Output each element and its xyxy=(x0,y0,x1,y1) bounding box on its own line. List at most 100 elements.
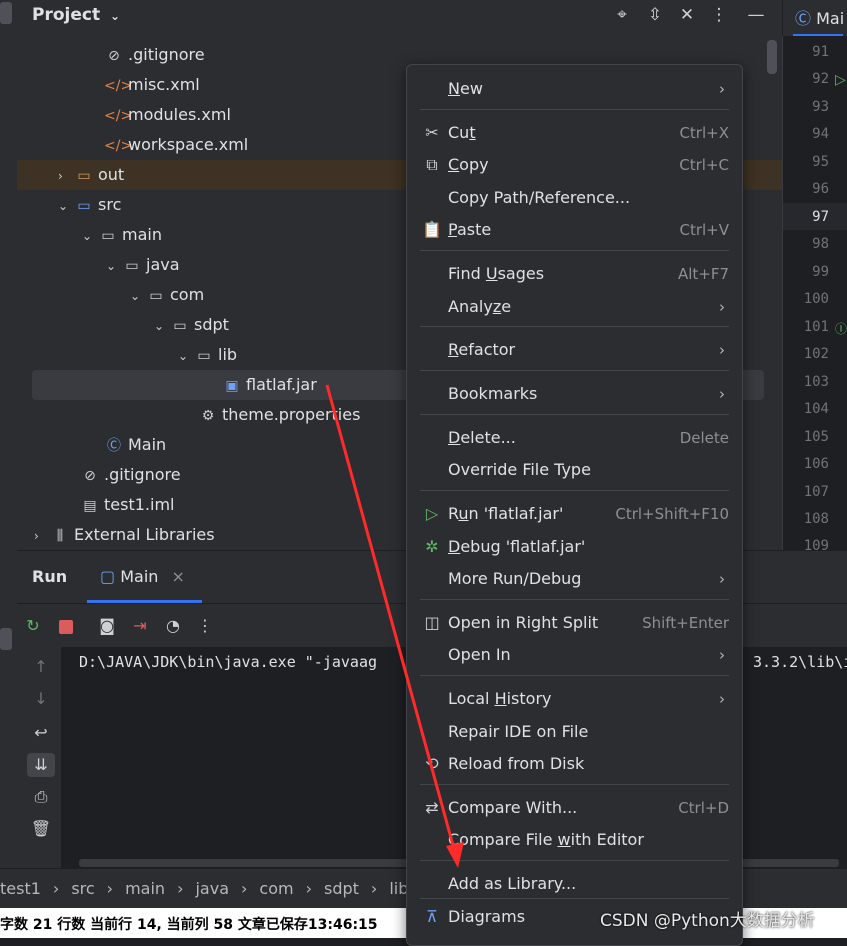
folder-icon: ▭ xyxy=(101,228,115,244)
hide-panel-icon[interactable]: — xyxy=(745,4,767,26)
tree-item[interactable]: </>misc.xml xyxy=(104,70,200,100)
tree-item-selected[interactable]: ▣ flatlaf.jar xyxy=(222,370,316,400)
class-icon: Ⓒ xyxy=(107,438,121,454)
menu-item-override-file-type[interactable]: Override File Type xyxy=(420,455,729,485)
chevron-down-icon[interactable]: ⌄ xyxy=(154,311,170,341)
exit-icon[interactable]: ⇥ xyxy=(128,614,152,638)
arrow-up-icon[interactable]: ↑ xyxy=(29,655,53,679)
xml-icon: </> xyxy=(104,108,133,124)
soft-wrap-icon[interactable]: ↩ xyxy=(29,721,53,745)
tree-item[interactable]: › ⫼ External Libraries xyxy=(34,520,215,550)
menu-item-find-usages[interactable]: Find Usages Alt+F7 xyxy=(420,259,729,289)
run-icon: ▷ xyxy=(425,504,439,523)
breadcrumb-item[interactable]: java xyxy=(195,879,229,898)
chevron-right-icon[interactable]: › xyxy=(58,161,74,191)
line-number-current: 97 xyxy=(812,209,829,225)
close-tab-icon[interactable]: × xyxy=(172,567,185,586)
chevron-right-icon: › xyxy=(719,690,725,708)
gitignore-icon: ⊘ xyxy=(108,48,120,64)
menu-item-reload-from-disk[interactable]: ⟲ Reload from Disk xyxy=(420,749,729,779)
bug-icon: ✲ xyxy=(425,537,439,556)
more-options-icon[interactable]: ⋮ xyxy=(708,4,730,26)
menu-item-run[interactable]: ▷ Run 'flatlaf.jar' Ctrl+Shift+F10 xyxy=(420,499,729,529)
breadcrumb-item[interactable]: src xyxy=(71,879,94,898)
chevron-right-icon: › xyxy=(52,879,60,898)
breadcrumb-item[interactable]: sdpt xyxy=(324,879,359,898)
menu-item-cut[interactable]: ✂ Cut Ctrl+X xyxy=(420,118,729,148)
breadcrumb-item[interactable]: com xyxy=(259,879,293,898)
arrow-down-icon[interactable]: ↓ xyxy=(29,687,53,711)
chevron-down-icon[interactable]: ⌄ xyxy=(58,191,74,221)
menu-item-open-in[interactable]: Open In › xyxy=(420,640,729,670)
editor-tab-main[interactable]: Ⓒ Mai xyxy=(795,5,844,29)
breadcrumb-item[interactable]: test1 xyxy=(0,879,41,898)
tree-item[interactable]: ⌄ ▭ java xyxy=(106,250,180,280)
camera-icon[interactable]: ◙ xyxy=(95,614,119,638)
chevron-down-icon[interactable]: ⌄ xyxy=(82,221,98,251)
chevron-down-icon[interactable]: ⌄ xyxy=(178,341,194,371)
line-number: 96 xyxy=(812,181,829,197)
line-number: 93 xyxy=(812,99,829,115)
menu-item-local-history[interactable]: Local History › xyxy=(420,684,729,714)
tree-item[interactable]: ⌄ ▭ com xyxy=(130,280,204,310)
breadcrumb-item[interactable]: main xyxy=(125,879,165,898)
project-tool-button[interactable] xyxy=(0,2,12,24)
locate-icon[interactable]: ⌖ xyxy=(611,4,633,26)
profiler-icon[interactable]: ◔ xyxy=(161,614,185,638)
scroll-to-end-icon[interactable]: ⇊ xyxy=(27,753,55,777)
console-line: D:\JAVA\JDK\bin\java.exe "-javaag xyxy=(79,653,378,671)
menu-item-delete[interactable]: Delete... Delete xyxy=(420,423,729,453)
tree-item[interactable]: ▤ test1.iml xyxy=(80,490,174,520)
package-icon: ▭ xyxy=(173,318,187,334)
menu-item-bookmarks[interactable]: Bookmarks › xyxy=(420,379,729,409)
menu-item-copy-path[interactable]: Copy Path/Reference... xyxy=(420,183,729,213)
menu-item-new[interactable]: New › xyxy=(420,74,729,104)
expand-all-icon[interactable]: ⇳ xyxy=(644,4,666,26)
tree-item[interactable]: ⌄ ▭ src xyxy=(58,190,121,220)
rerun-icon[interactable]: ↻ xyxy=(21,614,45,638)
chevron-right-icon: › xyxy=(719,80,725,98)
project-panel-title[interactable]: Project ⌄ xyxy=(32,5,120,25)
implementation-gutter-icon[interactable]: Ⓘ xyxy=(835,320,847,337)
trash-icon[interactable]: 🗑 xyxy=(29,817,53,841)
tree-item[interactable]: ⌄ ▭ lib xyxy=(178,340,237,370)
chevron-right-icon[interactable]: › xyxy=(34,521,50,551)
collapse-all-icon[interactable]: ✕ xyxy=(676,4,698,26)
tree-item[interactable]: › ▭ out xyxy=(58,160,124,190)
tree-item[interactable]: ⚙ theme.properties xyxy=(198,400,361,430)
menu-item-debug[interactable]: ✲ Debug 'flatlaf.jar' xyxy=(420,532,729,562)
chevron-down-icon[interactable]: ⌄ xyxy=(106,251,122,281)
left-tool-strip xyxy=(0,0,18,938)
folder-icon: ▭ xyxy=(77,168,91,184)
line-number: 94 xyxy=(812,126,829,142)
tree-item[interactable]: </>modules.xml xyxy=(104,100,231,130)
tree-item[interactable]: ⌄ ▭ sdpt xyxy=(154,310,229,340)
line-number: 98 xyxy=(812,236,829,252)
menu-item-analyze[interactable]: Analyze › xyxy=(420,292,729,322)
menu-item-compare-with[interactable]: ⇄ Compare With... Ctrl+D xyxy=(420,793,729,823)
tree-item[interactable]: ⌄ ▭ main xyxy=(82,220,162,250)
library-icon: ⫼ xyxy=(56,528,64,544)
print-icon[interactable]: ⎙ xyxy=(29,785,53,809)
menu-item-add-as-library[interactable]: Add as Library... xyxy=(420,869,729,899)
tree-item[interactable]: ⊘ .gitignore xyxy=(80,460,180,490)
menu-item-repair-ide[interactable]: Repair IDE on File xyxy=(420,717,729,747)
project-scrollbar[interactable] xyxy=(767,40,777,74)
stop-button[interactable] xyxy=(54,614,78,638)
menu-item-refactor[interactable]: Refactor › xyxy=(420,335,729,365)
run-panel-title: Run xyxy=(32,567,68,586)
run-tool-button[interactable] xyxy=(0,628,12,650)
more-options-icon[interactable]: ⋮ xyxy=(193,614,217,638)
menu-item-paste[interactable]: 📋 Paste Ctrl+V xyxy=(420,215,729,245)
menu-item-open-right-split[interactable]: ◫ Open in Right Split Shift+Enter xyxy=(420,608,729,638)
tree-item[interactable]: Ⓒ Main xyxy=(104,430,166,460)
run-gutter-icon[interactable]: ▷ xyxy=(835,72,846,88)
tree-item[interactable]: ⊘ .gitignore xyxy=(104,40,204,70)
menu-item-copy[interactable]: ⧉ Copy Ctrl+C xyxy=(420,150,729,180)
chevron-down-icon[interactable]: ⌄ xyxy=(130,281,146,311)
menu-item-more-run-debug[interactable]: More Run/Debug › xyxy=(420,564,729,594)
menu-item-compare-file-editor[interactable]: Compare File with Editor xyxy=(420,825,729,855)
tree-item[interactable]: </>workspace.xml xyxy=(104,130,248,160)
run-tab-main[interactable]: ▢ Main × xyxy=(100,567,185,586)
scissors-icon: ✂ xyxy=(425,123,439,142)
